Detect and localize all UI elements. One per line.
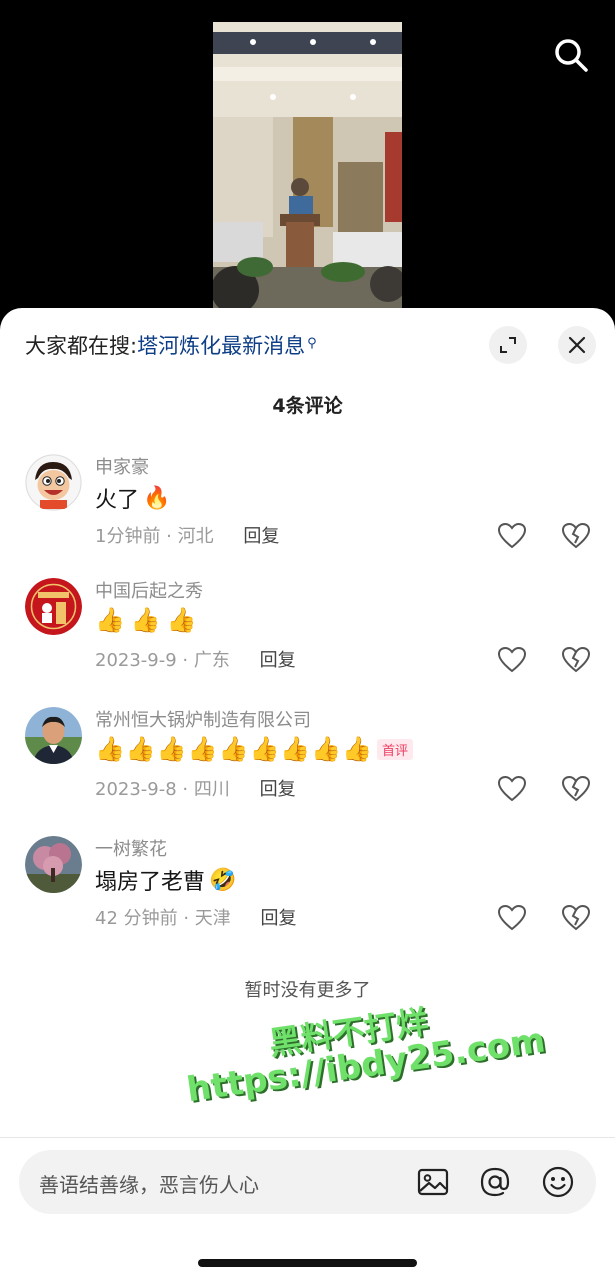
expand-icon: [500, 337, 516, 353]
thumbs-up-icon: 👍: [249, 735, 280, 763]
comment-time-location: 1分钟前 · 河北: [95, 526, 214, 547]
hot-search-link[interactable]: 塔河炼化最新消息: [137, 334, 305, 358]
comment-input-placeholder[interactable]: 善语结善缘，恶言伤人心: [39, 1169, 259, 1198]
comment-author[interactable]: 中国后起之秀: [95, 577, 203, 603]
thumbs-up-icon: 👍: [156, 735, 187, 763]
like-heart-icon[interactable]: [497, 904, 527, 932]
comment-time-location: 42 分钟前 · 天津: [95, 908, 231, 929]
thumbs-up-icon: 👍: [187, 735, 218, 763]
comment-time-location: 2023-9-9 · 广东: [95, 650, 230, 671]
comment-author[interactable]: 申家豪: [95, 453, 149, 479]
comment-item: 常州恒大锅炉制造有限公司 👍 👍 👍 👍 👍 👍 👍 👍 👍 首评 2023-9-8 · 四川 …: [0, 707, 615, 827]
avatar[interactable]: [25, 836, 82, 893]
search-mark-icon: ⚲: [307, 336, 317, 351]
comment-item: 申家豪 火了 🔥 1分钟前 · 河北 回复: [0, 454, 615, 574]
thumbs-up-icon: 👍: [280, 735, 311, 763]
close-button[interactable]: [558, 326, 596, 364]
dislike-broken-heart-icon[interactable]: [561, 904, 591, 932]
comments-count-title: 4条评论: [272, 395, 343, 417]
dislike-broken-heart-icon[interactable]: [561, 646, 591, 674]
thumbs-up-icon: 👍: [342, 735, 373, 763]
mention-icon[interactable]: [477, 1164, 513, 1200]
comment-meta: 2023-9-8 · 四川 回复: [95, 775, 296, 801]
avatar[interactable]: [25, 454, 82, 511]
close-icon: [568, 336, 586, 354]
thumbs-up-icon: 👍: [311, 735, 342, 763]
video-thumbnail: [213, 22, 402, 312]
thumbs-up-icon: 👍: [166, 606, 197, 634]
expand-button[interactable]: [489, 326, 527, 364]
avatar[interactable]: [25, 578, 82, 635]
comment-item: 中国后起之秀 👍 👍 👍 2023-9-9 · 广东 回复: [0, 578, 615, 698]
first-comment-badge: 首评: [377, 738, 414, 760]
comment-meta: 1分钟前 · 河北 回复: [95, 522, 279, 548]
divider: [0, 1137, 615, 1138]
comment-meta: 2023-9-9 · 广东 回复: [95, 646, 296, 672]
comment-input-bar[interactable]: 善语结善缘，恶言伤人心: [19, 1150, 596, 1214]
fire-icon: 🔥: [143, 485, 171, 511]
comment-meta: 42 分钟前 · 天津 回复: [95, 904, 297, 930]
reply-button[interactable]: 回复: [243, 526, 279, 547]
comment-text-content: 火了: [95, 488, 140, 513]
thumbs-up-icon: 👍: [95, 606, 125, 634]
thumbs-up-icon: 👍: [218, 735, 249, 763]
thumbs-up-icon: 👍: [95, 735, 125, 763]
comment-text: 👍 👍 👍 👍 👍 👍 👍 👍 👍 首评: [95, 735, 414, 763]
like-heart-icon[interactable]: [497, 522, 527, 550]
dislike-broken-heart-icon[interactable]: [561, 775, 591, 803]
emoji-icon[interactable]: [540, 1164, 576, 1200]
reply-button[interactable]: 回复: [260, 779, 296, 800]
comment-text-content: 塌房了老曹: [95, 870, 206, 895]
comment-item: 一树繁花 塌房了老曹 🤣 42 分钟前 · 天津 回复: [0, 836, 615, 956]
reply-button[interactable]: 回复: [260, 650, 296, 671]
hot-search-banner[interactable]: 大家都在搜:塔河炼化最新消息 ⚲: [25, 330, 317, 360]
thumbs-up-icon: 👍: [125, 735, 156, 763]
hot-search-prefix: 大家都在搜:: [25, 334, 138, 358]
comment-time-location: 2023-9-8 · 四川: [95, 779, 230, 800]
search-icon[interactable]: [552, 36, 590, 74]
rolling-laughing-icon: 🤣: [209, 867, 237, 893]
reply-button[interactable]: 回复: [261, 908, 297, 929]
comment-author[interactable]: 一树繁花: [95, 835, 167, 861]
comment-text: 塌房了老曹 🤣: [95, 864, 236, 896]
like-heart-icon[interactable]: [497, 775, 527, 803]
home-indicator: [198, 1259, 417, 1267]
thumbs-up-icon: 👍: [130, 606, 161, 634]
comment-text: 👍 👍 👍: [95, 606, 203, 634]
avatar[interactable]: [25, 707, 82, 764]
comment-text: 火了 🔥: [95, 482, 170, 514]
comment-sheet: 大家都在搜:塔河炼化最新消息 ⚲ 4条评论 申家豪 火了 🔥 1分钟前 · 河北…: [0, 308, 615, 1280]
like-heart-icon[interactable]: [497, 646, 527, 674]
image-icon[interactable]: [415, 1164, 451, 1200]
comment-author[interactable]: 常州恒大锅炉制造有限公司: [95, 706, 311, 732]
video-area[interactable]: [0, 0, 615, 330]
dislike-broken-heart-icon[interactable]: [561, 522, 591, 550]
video-frame[interactable]: [213, 22, 402, 312]
